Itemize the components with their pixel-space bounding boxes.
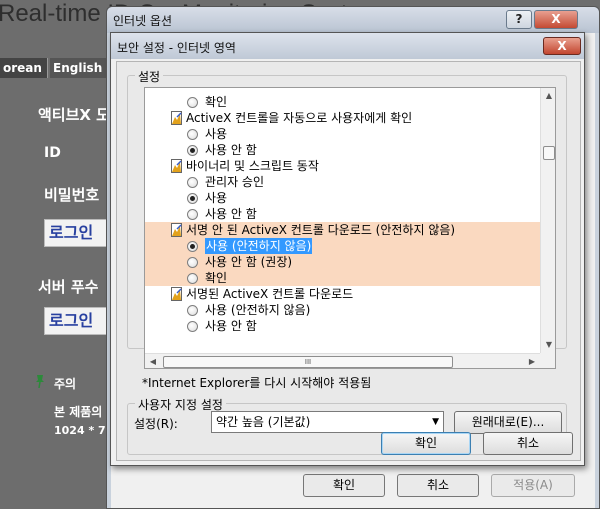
settings-option-row[interactable]: 사용 (안전하지 않음) xyxy=(145,238,540,254)
settings-option-label[interactable]: 사용 xyxy=(205,190,227,206)
tab-english[interactable]: English xyxy=(50,58,106,78)
settings-option-label[interactable]: 관리자 승인 xyxy=(205,174,264,190)
password-label: 비밀번호 xyxy=(44,186,100,204)
internet-options-ok-button[interactable]: 확인 xyxy=(303,474,385,497)
radio-button[interactable] xyxy=(187,209,198,220)
settings-category-label: 바이너리 및 스크립트 동작 xyxy=(186,159,319,173)
settings-category-label: 서명 안 된 ActiveX 컨트롤 다운로드 (안전하지 않음) xyxy=(186,223,456,237)
restart-note: *Internet Explorer를 다시 시작해야 적용됨 xyxy=(142,376,372,390)
radio-button[interactable] xyxy=(187,129,198,140)
radio-button[interactable] xyxy=(187,241,198,252)
settings-option-row[interactable]: 확인 xyxy=(145,94,540,110)
settings-option-label[interactable]: 사용 안 함 xyxy=(205,206,257,222)
settings-tree-rows: 확인 ActiveX 컨트롤을 자동으로 사용자에게 확인 사용 사용 안 함 바이너리… xyxy=(145,88,540,353)
settings-category-row: 서명 안 된 ActiveX 컨트롤 다운로드 (안전하지 않음) xyxy=(145,222,540,238)
security-level-select[interactable]: 약간 높음 (기본값) ▼ xyxy=(211,411,444,433)
notice-pin-icon xyxy=(36,375,44,388)
security-setting-icon xyxy=(171,223,182,237)
notice-label: 주의 xyxy=(54,377,77,391)
settings-option-row[interactable]: 사용 (안전하지 않음) xyxy=(145,302,540,318)
resolution-text: 1024 * 76 xyxy=(54,424,114,437)
vertical-scroll-thumb[interactable] xyxy=(543,146,555,160)
internet-options-cancel-button[interactable]: 취소 xyxy=(397,474,479,497)
dropdown-arrow-icon[interactable]: ▼ xyxy=(432,412,439,432)
login-button[interactable]: 로그인 xyxy=(44,219,110,247)
radio-button[interactable] xyxy=(187,257,198,268)
radio-button[interactable] xyxy=(187,305,198,316)
setting-level-label: 설정(R): xyxy=(134,417,178,431)
settings-category-row: 서명된 ActiveX 컨트롤 다운로드 xyxy=(145,286,540,302)
server-heading: 서버 푸수 xyxy=(38,278,99,296)
settings-option-row[interactable]: 사용 안 함 xyxy=(145,142,540,158)
settings-option-row[interactable]: 사용 안 함 (권장) xyxy=(145,254,540,270)
horizontal-scrollbar[interactable]: ◀ III ▶ xyxy=(145,353,540,368)
settings-option-row[interactable]: 확인 xyxy=(145,270,540,286)
apply-button[interactable]: 적용(A) xyxy=(491,474,575,497)
radio-button[interactable] xyxy=(187,273,198,284)
settings-option-label[interactable]: 사용 (안전하지 않음) xyxy=(205,302,310,318)
settings-category-row: ActiveX 컨트롤을 자동으로 사용자에게 확인 xyxy=(145,110,540,126)
settings-option-label[interactable]: 사용 안 함 xyxy=(205,142,257,158)
internet-options-titlebar[interactable]: 인터넷 옵션 ? X xyxy=(107,7,599,33)
radio-button[interactable] xyxy=(187,193,198,204)
security-setting-icon xyxy=(171,159,182,173)
reset-button[interactable]: 원래대로(E)... xyxy=(454,411,562,434)
radio-button[interactable] xyxy=(187,177,198,188)
settings-option-label[interactable]: 사용 (안전하지 않음) xyxy=(205,238,313,254)
settings-option-row[interactable]: 사용 xyxy=(145,190,540,206)
settings-category-label: 서명된 ActiveX 컨트롤 다운로드 xyxy=(186,287,354,301)
radio-button[interactable] xyxy=(187,145,198,156)
scroll-down-icon[interactable]: ▼ xyxy=(541,337,555,353)
id-label: ID xyxy=(44,145,61,161)
security-settings-title: 보안 설정 - 인터넷 영역 xyxy=(117,41,236,55)
settings-option-row[interactable]: 사용 xyxy=(145,126,540,142)
tab-korean[interactable]: orean xyxy=(0,58,48,78)
settings-option-label[interactable]: 사용 안 함 (권장) xyxy=(205,254,292,270)
security-setting-icon xyxy=(171,111,182,125)
activex-heading: 액티브X 도 xyxy=(38,106,110,124)
settings-group-label: 설정 xyxy=(135,68,164,85)
settings-option-row[interactable]: 사용 안 함 xyxy=(145,318,540,334)
settings-option-label[interactable]: 확인 xyxy=(205,270,227,286)
cancel-button[interactable]: 취소 xyxy=(483,432,573,455)
radio-button[interactable] xyxy=(187,321,198,332)
scroll-right-icon[interactable]: ▶ xyxy=(524,354,540,368)
security-settings-dialog: 보안 설정 - 인터넷 영역 X 설정 확인 ActiveX 컨트롤을 자동으로 … xyxy=(110,32,585,466)
notice-text: 본 제품의 xyxy=(54,405,103,419)
ok-button[interactable]: 확인 xyxy=(381,432,471,455)
vertical-scrollbar[interactable]: ▲ ▼ xyxy=(540,88,555,353)
server-login-button[interactable]: 로그인 xyxy=(44,307,110,335)
scroll-up-icon[interactable]: ▲ xyxy=(541,88,555,104)
close-button[interactable]: X xyxy=(534,10,578,29)
settings-option-row[interactable]: 관리자 승인 xyxy=(145,174,540,190)
settings-option-label[interactable]: 사용 안 함 xyxy=(205,318,257,334)
settings-category-label: ActiveX 컨트롤을 자동으로 사용자에게 확인 xyxy=(186,111,413,125)
scroll-left-icon[interactable]: ◀ xyxy=(145,354,161,368)
settings-tree[interactable]: 확인 ActiveX 컨트롤을 자동으로 사용자에게 확인 사용 사용 안 함 바이너리… xyxy=(144,87,556,369)
radio-button[interactable] xyxy=(187,97,198,108)
security-settings-titlebar[interactable]: 보안 설정 - 인터넷 영역 X xyxy=(111,33,584,59)
settings-option-label[interactable]: 사용 xyxy=(205,126,227,142)
dialog-close-button[interactable]: X xyxy=(543,37,581,55)
scroll-corner xyxy=(540,353,555,368)
settings-category-row: 바이너리 및 스크립트 동작 xyxy=(145,158,540,174)
internet-options-title: 인터넷 옵션 xyxy=(113,14,173,28)
settings-option-row[interactable]: 사용 안 함 xyxy=(145,206,540,222)
security-setting-icon xyxy=(171,287,182,301)
security-level-value: 약간 높음 (기본값) xyxy=(216,415,311,429)
help-button[interactable]: ? xyxy=(506,10,532,29)
horizontal-scroll-thumb[interactable]: III xyxy=(163,356,453,368)
settings-option-label[interactable]: 확인 xyxy=(205,94,227,110)
